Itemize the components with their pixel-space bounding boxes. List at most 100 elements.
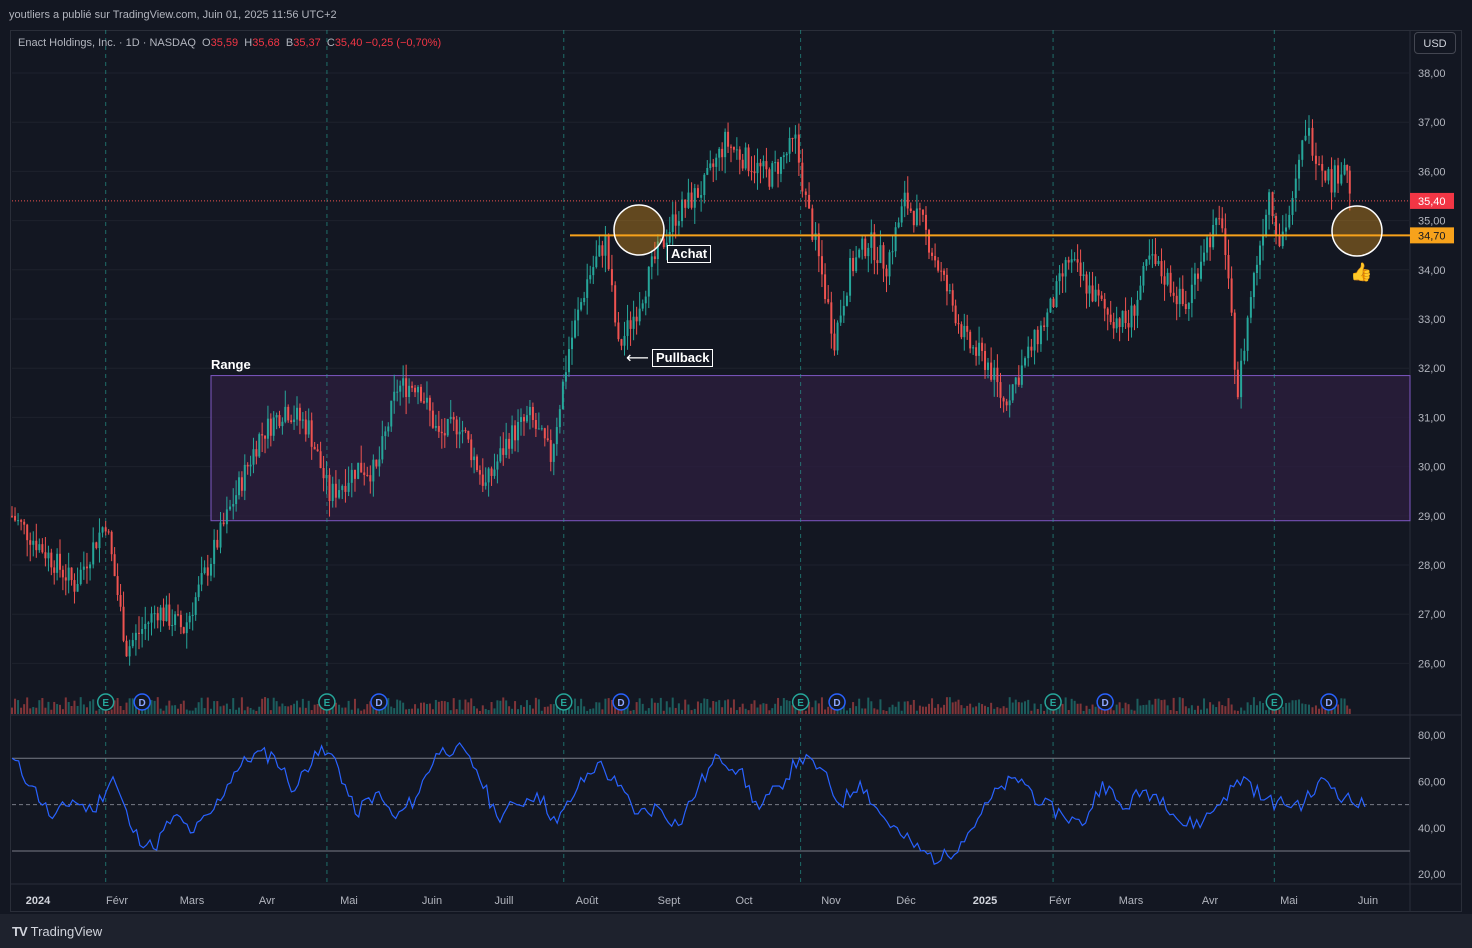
candle-body: [440, 431, 443, 434]
candle-body: [1166, 272, 1169, 285]
candle-body: [122, 606, 125, 641]
candle-body: [1304, 135, 1307, 141]
candle-body: [1020, 365, 1023, 385]
candle-body: [629, 320, 632, 329]
candle-body: [20, 520, 23, 522]
volume-bar: [1064, 697, 1067, 714]
volume-bar: [1157, 698, 1160, 714]
candle-body: [1278, 235, 1281, 247]
candle-body: [153, 613, 156, 615]
volume-bar: [1311, 707, 1314, 714]
volume-bar: [487, 710, 490, 714]
volume-bar: [885, 710, 888, 714]
candle-body: [894, 227, 897, 252]
candle-body: [1233, 312, 1236, 370]
candle-body: [517, 421, 520, 441]
volume-bar: [225, 703, 228, 714]
candle-body: [1130, 305, 1133, 328]
volume-bar: [671, 697, 674, 714]
volume-bar: [894, 706, 897, 714]
candle-body: [1127, 323, 1130, 328]
candle-body: [1246, 317, 1249, 351]
candle-body: [577, 309, 580, 321]
candle-body: [768, 169, 771, 187]
candle-body: [219, 522, 222, 548]
candle-body: [1124, 310, 1127, 324]
volume-bar: [1175, 710, 1178, 714]
candle-body: [222, 522, 225, 525]
volume-bar: [1002, 706, 1005, 714]
candle-body: [1118, 318, 1121, 328]
volume-bar: [601, 709, 604, 714]
time-tick-label: Oct: [735, 895, 752, 907]
candle-body: [11, 515, 13, 517]
volume-bar: [322, 709, 325, 714]
volume-bar: [954, 701, 957, 714]
volume-bar: [499, 700, 502, 714]
volume-bar: [525, 700, 528, 714]
volume-bar: [817, 703, 820, 714]
volume-bar: [464, 699, 467, 714]
rsi-tick-label: 40,00: [1418, 823, 1446, 835]
candle-body: [978, 342, 981, 356]
candle-body: [762, 161, 765, 167]
volume-bar: [960, 705, 963, 714]
open-value: 35,59: [210, 37, 239, 49]
volume-bar: [1348, 708, 1351, 714]
volume-bar: [41, 698, 44, 714]
volume-bar: [440, 700, 443, 714]
candle-body: [514, 425, 517, 441]
tv-logo-icon: TV: [12, 924, 28, 939]
volume-bar: [185, 709, 188, 714]
volume-bar: [1318, 708, 1321, 714]
candle-body: [229, 506, 232, 510]
candle-body: [266, 418, 269, 439]
volume-bar: [858, 698, 861, 714]
volume-bar: [1118, 702, 1121, 714]
volume-bar: [61, 709, 64, 714]
candle-body: [999, 382, 1002, 398]
candle-body: [1136, 299, 1139, 316]
volume-bar: [50, 709, 53, 714]
volume-bar: [779, 705, 782, 714]
close-label: C: [326, 37, 335, 49]
volume-bar: [1291, 700, 1294, 714]
volume-bar: [1184, 706, 1187, 714]
footer-bar: TV TradingView: [0, 914, 1472, 948]
volume-bar: [945, 697, 948, 714]
volume-bar: [1027, 699, 1030, 714]
volume-bar: [981, 704, 984, 714]
candle-body: [607, 234, 610, 270]
tradingview-logo[interactable]: TV TradingView: [12, 924, 102, 939]
candle-body: [891, 251, 894, 253]
candle-body: [246, 464, 249, 467]
candle-body: [473, 456, 476, 461]
time-tick-label: Juin: [422, 895, 442, 907]
candle-body: [543, 428, 546, 439]
candle-body: [915, 208, 918, 226]
candle-body: [188, 615, 191, 623]
volume-bar: [14, 698, 17, 714]
dividend-marker-label: D: [139, 698, 146, 709]
volume-bar: [900, 710, 903, 714]
candle-body: [116, 576, 119, 596]
candle-body: [718, 148, 721, 158]
candle-body: [182, 627, 185, 634]
volume-bar: [243, 710, 246, 714]
volume-bar: [1215, 707, 1218, 714]
volume-bar: [750, 703, 753, 714]
candle-body: [1258, 245, 1261, 265]
volume-bar: [747, 710, 750, 714]
candle-body: [957, 323, 960, 325]
price-chart[interactable]: 38,00 37,00 36,00 35,00 34,00 33,00 32,00 31,00…: [0, 0, 1472, 948]
currency-button[interactable]: USD: [1414, 32, 1456, 54]
candle-body: [1154, 254, 1157, 265]
dividend-marker-label: D: [375, 698, 382, 709]
candle-body: [165, 604, 168, 622]
candle-body: [564, 372, 567, 382]
symbol-name: Enact Holdings, Inc. · 1D · NASDAQ: [18, 37, 196, 49]
range-label: Range: [211, 357, 251, 372]
candle-body: [408, 385, 411, 398]
candle-body: [357, 462, 360, 479]
candle-body: [771, 163, 774, 187]
